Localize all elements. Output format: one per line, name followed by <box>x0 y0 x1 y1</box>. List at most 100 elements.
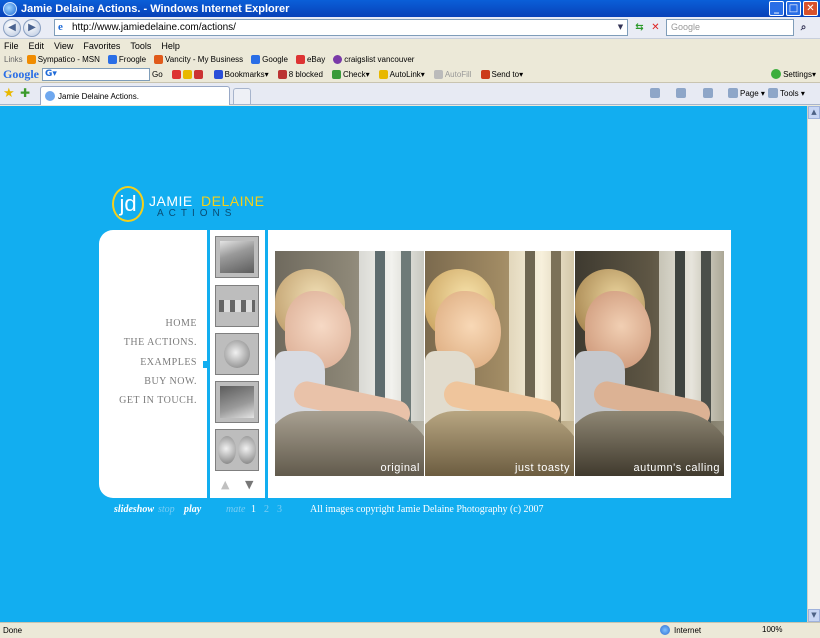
thumbnail[interactable] <box>215 236 259 278</box>
content-panel: HOME THE ACTIONS. EXAMPLES BUY NOW. GET … <box>99 230 731 498</box>
scroll-up-icon[interactable]: ▲ <box>221 478 235 491</box>
ebay-icon <box>295 54 305 64</box>
nav-home[interactable]: HOME <box>166 318 197 329</box>
check-icon <box>331 69 341 79</box>
stop-icon[interactable]: ✕ <box>648 20 663 35</box>
rss-icon <box>676 88 686 98</box>
add-favorite-icon[interactable]: ✚ <box>20 86 30 100</box>
search-placeholder: Google <box>671 22 701 32</box>
scroll-down-icon[interactable]: ▼ <box>808 609 820 622</box>
page-icon: e <box>58 21 63 33</box>
link-vancity[interactable]: Vancity - My Business <box>154 54 243 64</box>
page-1-link[interactable]: 1 <box>251 504 256 515</box>
settings-button[interactable]: Settings▾ <box>771 69 816 79</box>
ie-page-icon <box>107 54 117 64</box>
star-icon <box>213 69 223 79</box>
thumbnail[interactable] <box>215 285 259 327</box>
peace-icon <box>333 54 343 64</box>
sendto-button[interactable]: Send to▾ <box>480 69 523 79</box>
favorites-star-icon[interactable]: ★ <box>3 86 15 101</box>
menu-favorites[interactable]: Favorites <box>83 41 120 51</box>
address-dropdown-icon[interactable]: ▼ <box>615 21 626 34</box>
vertical-scrollbar[interactable]: ▲ ▼ <box>807 106 820 622</box>
maximize-button[interactable]: □ <box>786 1 801 16</box>
link-froogle[interactable]: Froogle <box>107 54 146 64</box>
print-button[interactable] <box>703 88 715 98</box>
site-nav: HOME THE ACTIONS. EXAMPLES BUY NOW. GET … <box>99 230 205 498</box>
new-tab-button[interactable] <box>233 88 251 104</box>
print-icon <box>703 88 713 98</box>
nav-examples[interactable]: EXAMPLES <box>140 357 197 368</box>
bookmarks-button[interactable]: Bookmarks▾ <box>213 69 269 79</box>
links-bar: Links Sympatico - MSN Froogle Vancity - … <box>0 52 820 66</box>
autolink-icon <box>378 69 388 79</box>
slideshow-stop-button[interactable]: stop <box>158 504 175 515</box>
photo-just-toasty[interactable]: just toasty <box>425 251 574 476</box>
scroll-up-icon[interactable]: ▲ <box>808 106 820 119</box>
link-craigslist[interactable]: craigslist vancouver <box>333 54 414 64</box>
link-ebay[interactable]: eBay <box>295 54 325 64</box>
menu-file[interactable]: File <box>4 41 19 51</box>
autofill-button[interactable]: AutoFill <box>433 69 472 79</box>
links-label: Links <box>4 54 23 64</box>
slideshow-play-button[interactable]: play <box>184 504 201 515</box>
tab-active[interactable]: Jamie Delaine Actions. <box>40 86 230 105</box>
site-logo[interactable]: jd JAMIE DELAINE ACTIONS <box>112 186 282 230</box>
settings-icon <box>771 69 782 79</box>
zoom-level[interactable]: 100% <box>762 625 782 634</box>
google-go-button[interactable]: Go <box>152 70 163 79</box>
logo-subtitle: ACTIONS <box>157 208 237 219</box>
spellcheck-button[interactable]: Check▾ <box>331 69 370 79</box>
slideshow-label: slideshow <box>114 504 155 515</box>
nav-the-actions[interactable]: THE ACTIONS. <box>124 337 197 348</box>
copyright-text: All images copyright Jamie Delaine Photo… <box>310 504 544 515</box>
logo-first-name: JAMIE <box>149 193 193 209</box>
thumbnail[interactable] <box>215 381 259 423</box>
address-bar[interactable]: e http://www.jamiedelaine.com/actions/ ▼ <box>54 19 628 36</box>
autolink-button[interactable]: AutoLink▾ <box>378 69 425 79</box>
feeds-button[interactable] <box>676 88 688 98</box>
link-google[interactable]: Google <box>251 54 288 64</box>
mate-label: mate <box>226 504 246 515</box>
menu-tools[interactable]: Tools <box>130 41 151 51</box>
menu-edit[interactable]: Edit <box>29 41 45 51</box>
page-3-link[interactable]: 3 <box>277 504 282 515</box>
address-row: ◀ ▶ e http://www.jamiedelaine.com/action… <box>0 17 820 39</box>
nav-get-in-touch[interactable]: GET IN TOUCH. <box>119 395 197 406</box>
title-bar: Jamie Delaine Actions. - Windows Interne… <box>0 0 820 17</box>
vancity-icon <box>154 54 164 64</box>
close-button[interactable]: ✕ <box>803 1 818 16</box>
security-zone[interactable]: Internet <box>660 625 701 635</box>
example-photos: original just toasty autumn's calling <box>275 251 725 476</box>
tools-menu[interactable]: Tools ▾ <box>768 88 805 98</box>
photo-original[interactable]: original <box>275 251 424 476</box>
refresh-icon[interactable]: ⇆ <box>632 20 647 35</box>
news-icon <box>171 69 181 79</box>
thumbnail[interactable] <box>215 333 259 375</box>
photo-autumns-calling[interactable]: autumn's calling <box>575 251 724 476</box>
search-icon[interactable]: ⌕ <box>796 20 811 35</box>
page-2-link[interactable]: 2 <box>264 504 269 515</box>
globe-icon <box>660 625 670 635</box>
search-input[interactable]: Google <box>666 19 794 36</box>
forward-button[interactable]: ▶ <box>23 19 41 37</box>
google-tools-icons[interactable] <box>171 69 205 79</box>
minimize-button[interactable]: _ <box>769 1 784 16</box>
home-button[interactable] <box>650 88 662 98</box>
photo-caption: original <box>380 462 420 474</box>
address-url[interactable]: http://www.jamiedelaine.com/actions/ <box>72 22 236 33</box>
autofill-icon <box>433 69 443 79</box>
menu-view[interactable]: View <box>54 41 73 51</box>
scroll-down-icon[interactable]: ▼ <box>245 478 259 491</box>
popup-blocked-button[interactable]: 8 blocked <box>277 69 323 79</box>
tab-title: Jamie Delaine Actions. <box>58 91 139 101</box>
back-button[interactable]: ◀ <box>3 19 21 37</box>
google-search-input[interactable]: G▾ <box>42 67 150 81</box>
nav-buy-now[interactable]: BUY NOW. <box>144 376 197 387</box>
google-toolbar: Google G▾ Go Bookmarks▾ 8 blocked Check▾… <box>0 66 820 83</box>
logo-last-name: DELAINE <box>201 193 265 209</box>
page-menu[interactable]: Page ▾ <box>728 88 765 98</box>
thumbnail[interactable] <box>215 429 259 471</box>
menu-help[interactable]: Help <box>161 41 180 51</box>
link-sympatico[interactable]: Sympatico - MSN <box>26 54 100 64</box>
